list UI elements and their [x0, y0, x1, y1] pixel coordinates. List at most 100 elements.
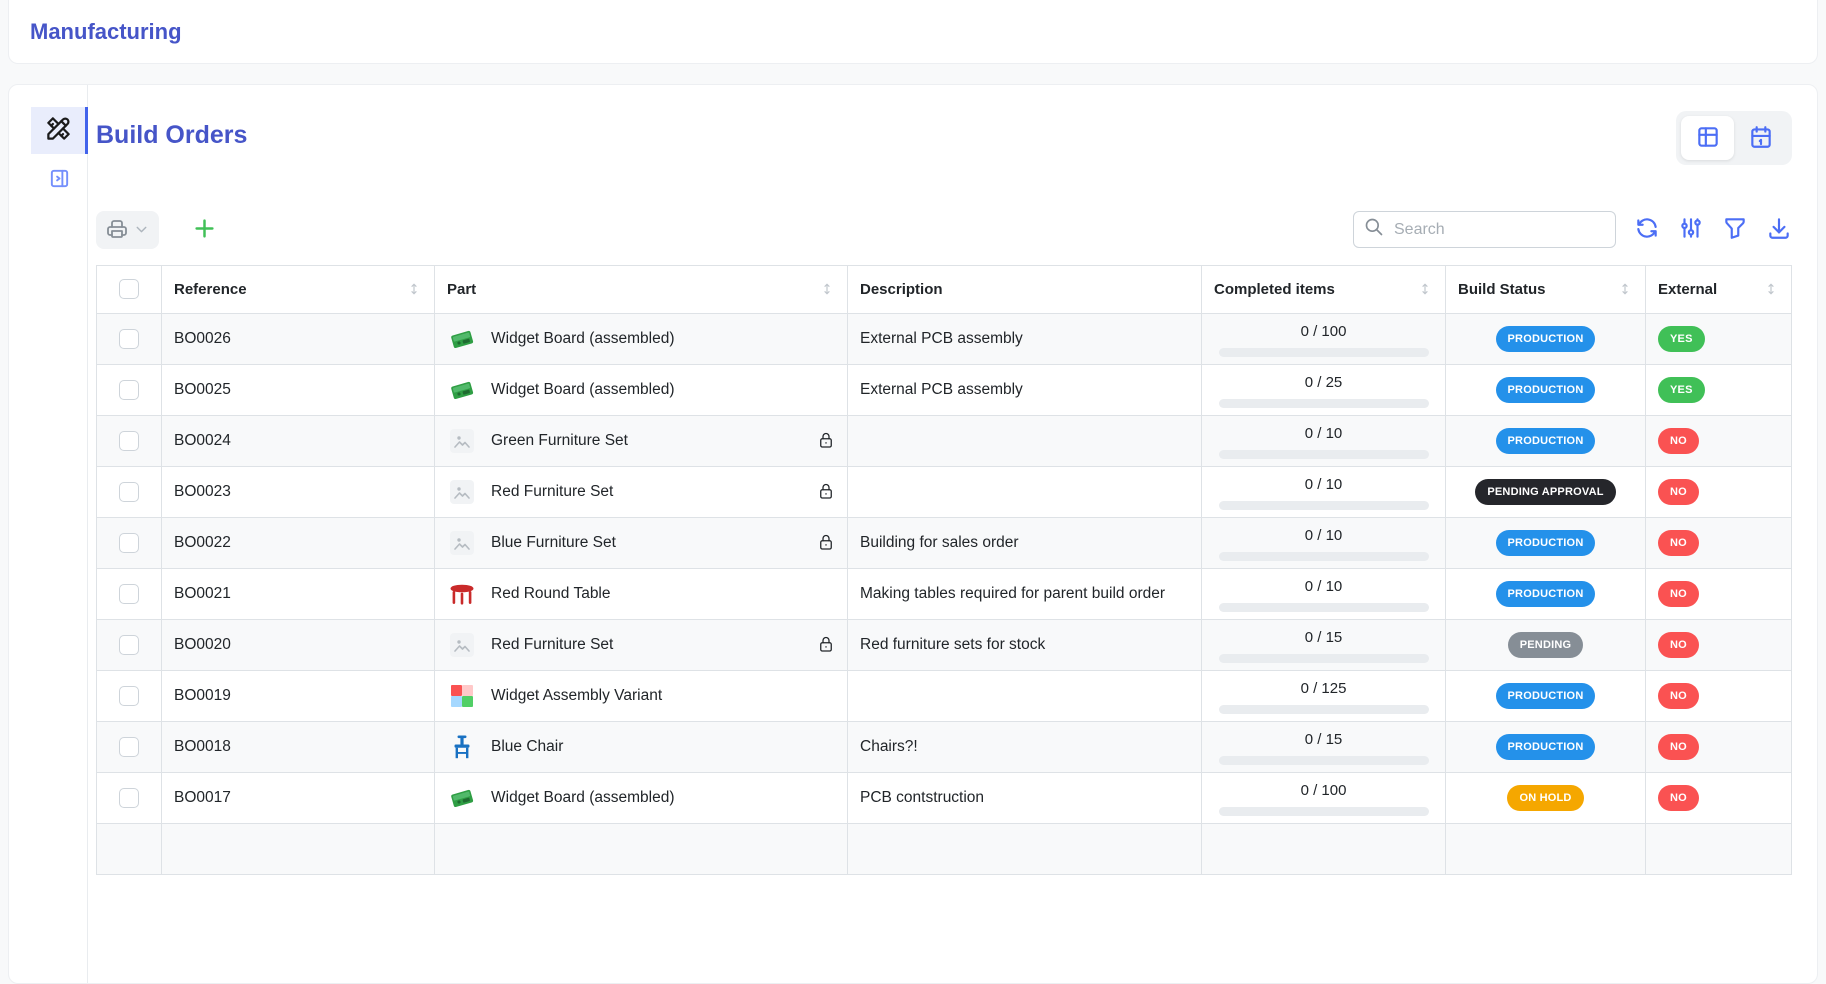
- row-checkbox[interactable]: [119, 431, 139, 451]
- completed-items-cell: 0 / 10: [1202, 466, 1446, 517]
- sort-icon[interactable]: [1763, 281, 1779, 297]
- row-checkbox[interactable]: [119, 788, 139, 808]
- description-cell: Making tables required for parent build …: [848, 568, 1202, 619]
- table-row[interactable]: BO0021Red Round TableMaking tables requi…: [97, 568, 1792, 619]
- external-cell: NO: [1646, 466, 1792, 517]
- description-cell: [848, 415, 1202, 466]
- sort-icon[interactable]: [1617, 281, 1633, 297]
- row-checkbox[interactable]: [119, 737, 139, 757]
- row-checkbox[interactable]: [119, 329, 139, 349]
- build-status-badge: PRODUCTION: [1496, 530, 1596, 556]
- row-select-cell: [97, 721, 162, 772]
- part-cell: Blue Chair: [435, 721, 848, 772]
- select-all-header-cell: [97, 265, 162, 313]
- sidebar-expand-button[interactable]: [31, 164, 88, 198]
- calendar-view-button[interactable]: [1734, 116, 1787, 160]
- completed-items-cell: 0 / 10: [1202, 415, 1446, 466]
- table-row[interactable]: BO0020Red Furniture SetRed furniture set…: [97, 619, 1792, 670]
- image-placeholder-icon: [447, 426, 477, 456]
- external-badge: NO: [1658, 785, 1699, 811]
- completed-count: 0 / 100: [1214, 321, 1433, 344]
- table-row[interactable]: BO0024 Green Furniture Set 0 / 10 PRODUCTIO…: [97, 415, 1792, 466]
- table-row[interactable]: BO0017Widget Board (assembled)PCB contst…: [97, 772, 1792, 823]
- lock-icon: [817, 534, 835, 552]
- part-name: Red Round Table: [491, 582, 611, 605]
- row-checkbox[interactable]: [119, 686, 139, 706]
- build-reference: BO0024: [174, 432, 231, 449]
- reference-cell: BO0022: [162, 517, 435, 568]
- table-row[interactable]: BO0018Blue ChairChairs?!0 / 15PRODUCTION…: [97, 721, 1792, 772]
- part-name: Green Furniture Set: [491, 429, 628, 452]
- column-header-reference[interactable]: Reference: [162, 265, 435, 313]
- column-label: Part: [447, 281, 476, 298]
- refresh-button[interactable]: [1634, 215, 1660, 244]
- sort-icon[interactable]: [819, 281, 835, 297]
- progress-bar: [1219, 807, 1429, 816]
- table-row[interactable]: BO0026Widget Board (assembled)External P…: [97, 313, 1792, 364]
- reference-cell: BO0018: [162, 721, 435, 772]
- image-placeholder-icon: [447, 528, 477, 558]
- description-cell: Chairs?!: [848, 721, 1202, 772]
- reference-cell: BO0019: [162, 670, 435, 721]
- panel-content: Build Orders: [88, 85, 1818, 983]
- description-cell: External PCB assembly: [848, 313, 1202, 364]
- print-actions-button[interactable]: [96, 211, 159, 249]
- part-cell: Green Furniture Set: [435, 415, 848, 466]
- table-row[interactable]: BO0025Widget Board (assembled)External P…: [97, 364, 1792, 415]
- app-header: Manufacturing: [8, 0, 1818, 64]
- lock-icon: [817, 432, 835, 450]
- column-label: Completed items: [1214, 281, 1335, 298]
- column-header-description: Description: [848, 265, 1202, 313]
- row-checkbox[interactable]: [119, 635, 139, 655]
- external-badge: NO: [1658, 428, 1699, 454]
- select-all-checkbox[interactable]: [119, 279, 139, 299]
- external-badge: NO: [1658, 683, 1699, 709]
- column-header-external[interactable]: External: [1646, 265, 1792, 313]
- table-row[interactable]: BO0022Blue Furniture SetBuilding for sal…: [97, 517, 1792, 568]
- blue-chair-thumbnail: [447, 732, 477, 762]
- external-cell: NO: [1646, 415, 1792, 466]
- part-name: Blue Furniture Set: [491, 531, 616, 554]
- panel-sidebar: [9, 85, 88, 983]
- external-cell: NO: [1646, 568, 1792, 619]
- build-reference: BO0020: [174, 636, 231, 653]
- row-select-cell: [97, 772, 162, 823]
- table-row[interactable]: BO0019Widget Assembly Variant0 / 125PROD…: [97, 670, 1792, 721]
- row-checkbox[interactable]: [119, 533, 139, 553]
- build-status-cell: PENDING APPROVAL: [1446, 466, 1646, 517]
- progress-bar: [1219, 603, 1429, 612]
- search-input[interactable]: [1392, 220, 1605, 240]
- adjust-columns-button[interactable]: [1678, 215, 1704, 244]
- row-checkbox[interactable]: [119, 584, 139, 604]
- external-cell: NO: [1646, 517, 1792, 568]
- table-view-button[interactable]: [1681, 116, 1734, 160]
- table-row[interactable]: BO0023Red Furniture Set0 / 10PENDING APP…: [97, 466, 1792, 517]
- part-cell: Blue Furniture Set: [435, 517, 848, 568]
- build-status-badge: ON HOLD: [1507, 785, 1583, 811]
- view-mode-toggle: [1676, 111, 1792, 165]
- add-build-order-button[interactable]: [191, 215, 218, 245]
- reference-cell: BO0017: [162, 772, 435, 823]
- build-reference: BO0017: [174, 789, 231, 806]
- image-placeholder-icon: [447, 630, 477, 660]
- column-header-build-status[interactable]: Build Status: [1446, 265, 1646, 313]
- external-cell: YES: [1646, 364, 1792, 415]
- download-button[interactable]: [1766, 215, 1792, 244]
- part-name: Widget Board (assembled): [491, 378, 675, 401]
- filter-button[interactable]: [1722, 215, 1748, 244]
- part-name: Red Furniture Set: [491, 633, 613, 656]
- red-table-thumbnail: [447, 579, 477, 609]
- row-checkbox[interactable]: [119, 380, 139, 400]
- progress-bar: [1219, 654, 1429, 663]
- build-status-badge: PRODUCTION: [1496, 428, 1596, 454]
- completed-count: 0 / 125: [1214, 678, 1433, 701]
- sort-icon[interactable]: [1417, 281, 1433, 297]
- completed-count: 0 / 10: [1214, 525, 1433, 548]
- external-cell: YES: [1646, 313, 1792, 364]
- column-header-part[interactable]: Part: [435, 265, 848, 313]
- row-checkbox[interactable]: [119, 482, 139, 502]
- sort-icon[interactable]: [406, 281, 422, 297]
- sidebar-item-build-orders[interactable]: [31, 107, 88, 154]
- column-header-completed-items[interactable]: Completed items: [1202, 265, 1446, 313]
- column-label: Description: [860, 281, 943, 298]
